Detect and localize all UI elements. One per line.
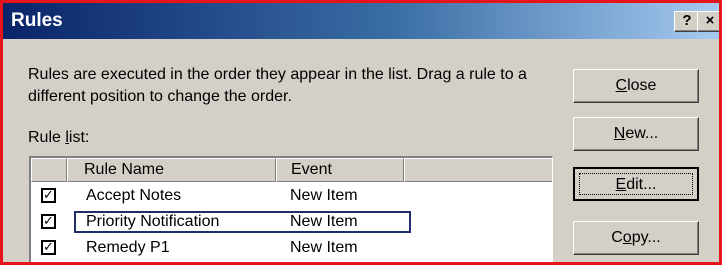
- rule-list[interactable]: Rule Name Event ✓ Accept Notes New Item …: [29, 156, 553, 262]
- checkmark-icon: ✓: [43, 240, 54, 255]
- checkmark-icon: ✓: [43, 214, 54, 229]
- rule-event: New Item: [290, 239, 358, 256]
- close-button-label: lose: [627, 77, 657, 94]
- rule-row-remedy-p1[interactable]: ✓ Remedy P1 New Item: [31, 235, 552, 261]
- title-close-button[interactable]: ×: [697, 11, 719, 32]
- column-header-event[interactable]: Event: [276, 158, 404, 182]
- close-button-accel: C: [615, 77, 628, 94]
- rule-list-label-prefix: Rule: [28, 129, 66, 146]
- edit-button[interactable]: Edit...: [573, 167, 699, 201]
- edit-button-accel: E: [615, 176, 627, 193]
- rule-enabled-checkbox[interactable]: ✓: [41, 240, 56, 255]
- rule-name: Priority Notification: [86, 213, 220, 230]
- copy-button-accel: o: [622, 229, 632, 246]
- rule-event: New Item: [290, 213, 358, 230]
- copy-button-pre: C: [611, 229, 623, 246]
- rule-name: Remedy P1: [86, 239, 170, 256]
- rule-name: Accept Notes: [86, 187, 182, 204]
- rule-list-header: Rule Name Event: [31, 158, 552, 182]
- rule-enabled-checkbox[interactable]: ✓: [41, 188, 56, 203]
- rule-event: New Item: [290, 187, 358, 204]
- help-icon: ?: [682, 12, 692, 29]
- rule-row-priority-notification[interactable]: ✓ Priority Notification New Item: [31, 209, 552, 235]
- checkmark-icon: ✓: [43, 188, 54, 203]
- description-text: Rules are executed in the order they app…: [28, 66, 527, 105]
- rule-enabled-checkbox[interactable]: ✓: [41, 214, 56, 229]
- window-title: Rules: [11, 10, 63, 31]
- new-button[interactable]: New...: [573, 117, 699, 151]
- edit-button-label: dit...: [626, 176, 657, 193]
- edit-button-focus: Edit...: [579, 173, 693, 195]
- dialog-window: Rules ? × Rules are executed in the orde…: [0, 0, 722, 265]
- rule-list-label: Rule list:: [28, 128, 89, 148]
- copy-button[interactable]: Copy...: [573, 221, 699, 255]
- rule-row-accept-notes[interactable]: ✓ Accept Notes New Item: [31, 183, 552, 209]
- new-button-accel: N: [613, 125, 626, 142]
- new-button-label: ew...: [625, 125, 659, 142]
- title-bar[interactable]: Rules ? ×: [3, 3, 719, 39]
- copy-button-label: py...: [631, 229, 661, 246]
- close-button[interactable]: Close: [573, 69, 699, 103]
- column-header-check[interactable]: [31, 158, 67, 182]
- rule-list-label-suffix: ist:: [68, 129, 90, 146]
- close-icon: ×: [705, 12, 715, 29]
- column-header-rule-name[interactable]: Rule Name: [67, 158, 276, 182]
- column-header-filler: [404, 158, 552, 182]
